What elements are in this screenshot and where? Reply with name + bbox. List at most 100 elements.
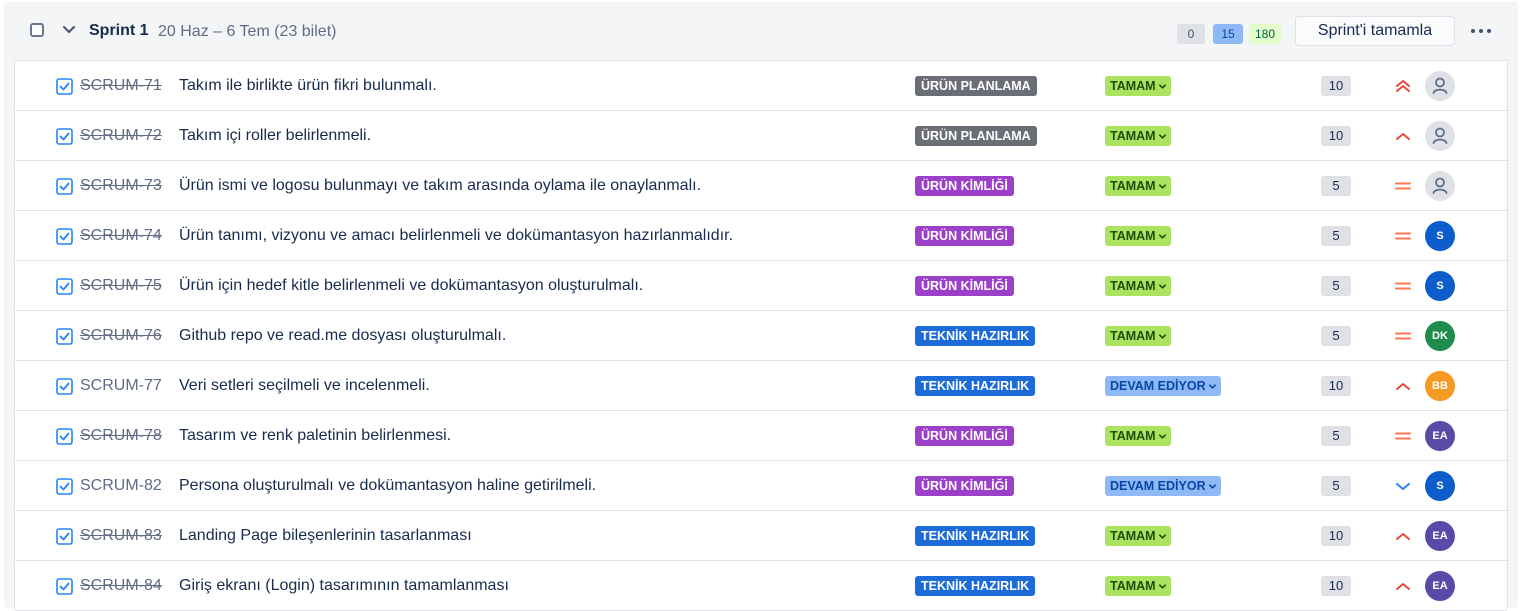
status-dropdown[interactable]: TAMAM [1105, 226, 1171, 246]
issue-key[interactable]: SCRUM-82 [80, 477, 162, 495]
complete-sprint-button[interactable]: Sprint'i tamamla [1295, 16, 1455, 46]
issue-key[interactable]: SCRUM-76 [80, 327, 162, 345]
status-dropdown[interactable]: TAMAM [1105, 126, 1171, 146]
story-points-badge[interactable]: 5 [1321, 226, 1351, 246]
status-dropdown[interactable]: TAMAM [1105, 176, 1171, 196]
checkbox-checked-icon[interactable] [56, 528, 73, 545]
priority-high-icon [1396, 133, 1410, 140]
assignee-avatar[interactable]: S [1425, 271, 1455, 301]
issue-row[interactable]: SCRUM-71 Takım ile birlikte ürün fikri bu… [15, 61, 1507, 111]
priority-high-icon [1396, 533, 1410, 540]
issue-row[interactable]: SCRUM-82 Persona oluşturulmalı ve doküman… [15, 461, 1507, 511]
issue-summary[interactable]: Persona oluşturulmalı ve dokümantasyon h… [179, 477, 596, 495]
epic-lozenge: ÜRÜN PLANLAMA [915, 76, 1037, 96]
story-points-badge[interactable]: 5 [1321, 326, 1351, 346]
issue-summary[interactable]: Github repo ve read.me dosyası oluşturul… [179, 327, 506, 345]
more-actions-icon[interactable] [1466, 19, 1496, 43]
unassigned-avatar[interactable] [1425, 121, 1455, 151]
story-points-badge[interactable]: 5 [1321, 176, 1351, 196]
story-points-badge[interactable]: 5 [1321, 476, 1351, 496]
unassigned-avatar[interactable] [1425, 171, 1455, 201]
checkbox-checked-icon[interactable] [56, 78, 73, 95]
chevron-down-icon [1158, 434, 1166, 439]
status-label: TAMAM [1110, 529, 1156, 543]
issue-key[interactable]: SCRUM-74 [80, 227, 162, 245]
story-points-badge[interactable]: 10 [1321, 376, 1351, 396]
status-dropdown[interactable]: DEVAM EDİYOR [1105, 476, 1221, 496]
issue-summary[interactable]: Ürün tanımı, vizyonu ve amacı belirlenme… [179, 227, 733, 245]
issue-key[interactable]: SCRUM-83 [80, 527, 162, 545]
priority-medium-icon [1395, 432, 1411, 440]
status-label: TAMAM [1110, 579, 1156, 593]
status-dropdown[interactable]: TAMAM [1105, 426, 1171, 446]
checkbox-checked-icon[interactable] [56, 228, 73, 245]
issue-row[interactable]: SCRUM-76 Github repo ve read.me dosyası o… [15, 311, 1507, 361]
issue-row[interactable]: SCRUM-83 Landing Page bileşenlerinin tasa… [15, 511, 1507, 561]
issue-row[interactable]: SCRUM-78 Tasarım ve renk paletinin belirl… [15, 411, 1507, 461]
story-points-badge[interactable]: 10 [1321, 526, 1351, 546]
issue-summary[interactable]: Ürün için hedef kitle belirlenmeli ve do… [179, 277, 643, 295]
issue-row[interactable]: SCRUM-73 Ürün ismi ve logosu bulunmayı ve… [15, 161, 1507, 211]
priority-low-icon [1396, 483, 1410, 490]
priority-medium-icon [1395, 282, 1411, 290]
done-count-badge: 180 [1249, 24, 1281, 44]
assignee-avatar[interactable]: EA [1425, 421, 1455, 451]
sprint-title: Sprint 1 [89, 22, 149, 39]
status-dropdown[interactable]: TAMAM [1105, 526, 1171, 546]
status-dropdown[interactable]: DEVAM EDİYOR [1105, 376, 1221, 396]
story-points-badge[interactable]: 10 [1321, 76, 1351, 96]
story-points-badge[interactable]: 10 [1321, 126, 1351, 146]
assignee-avatar[interactable]: DK [1425, 321, 1455, 351]
status-dropdown[interactable]: TAMAM [1105, 276, 1171, 296]
issue-summary[interactable]: Takım içi roller belirlenmeli. [179, 127, 371, 145]
assignee-avatar[interactable]: EA [1425, 571, 1455, 601]
assignee-avatar[interactable]: S [1425, 221, 1455, 251]
issue-row[interactable]: SCRUM-77 Veri setleri seçilmeli ve incele… [15, 361, 1507, 411]
checkbox-checked-icon[interactable] [56, 128, 73, 145]
checkbox-checked-icon[interactable] [56, 428, 73, 445]
story-points-badge[interactable]: 5 [1321, 276, 1351, 296]
issue-row[interactable]: SCRUM-74 Ürün tanımı, vizyonu ve amacı be… [15, 211, 1507, 261]
status-dropdown[interactable]: TAMAM [1105, 76, 1171, 96]
issue-key[interactable]: SCRUM-72 [80, 127, 162, 145]
assignee-avatar[interactable]: S [1425, 471, 1455, 501]
assignee-avatar[interactable]: BB [1425, 371, 1455, 401]
chevron-down-icon [1158, 134, 1166, 139]
issue-key[interactable]: SCRUM-84 [80, 577, 162, 595]
issue-row[interactable]: SCRUM-72 Takım içi roller belirlenmeli. ÜR… [15, 111, 1507, 161]
select-sprint-checkbox[interactable] [30, 23, 44, 37]
issue-summary[interactable]: Takım ile birlikte ürün fikri bulunmalı. [179, 77, 437, 95]
status-label: TAMAM [1110, 429, 1156, 443]
issue-summary[interactable]: Landing Page bileşenlerinin tasarlanması [179, 527, 472, 545]
epic-lozenge: ÜRÜN KİMLİĞİ [915, 176, 1014, 196]
checkbox-checked-icon[interactable] [56, 178, 73, 195]
status-dropdown[interactable]: TAMAM [1105, 326, 1171, 346]
story-points-badge[interactable]: 10 [1321, 576, 1351, 596]
issue-key[interactable]: SCRUM-75 [80, 277, 162, 295]
issue-row[interactable]: SCRUM-75 Ürün için hedef kitle belirlenme… [15, 261, 1507, 311]
issue-summary[interactable]: Veri setleri seçilmeli ve incelenmeli. [179, 377, 430, 395]
issue-summary[interactable]: Tasarım ve renk paletinin belirlenmesi. [179, 427, 451, 445]
story-points-badge[interactable]: 5 [1321, 426, 1351, 446]
chevron-down-icon [1208, 384, 1216, 389]
checkbox-checked-icon[interactable] [56, 578, 73, 595]
issue-key[interactable]: SCRUM-77 [80, 377, 162, 395]
issue-summary[interactable]: Ürün ismi ve logosu bulunmayı ve takım a… [179, 177, 701, 195]
chevron-down-icon [1158, 584, 1166, 589]
priority-highest-icon [1396, 80, 1410, 92]
status-dropdown[interactable]: TAMAM [1105, 576, 1171, 596]
unassigned-avatar[interactable] [1425, 71, 1455, 101]
checkbox-checked-icon[interactable] [56, 378, 73, 395]
checkbox-checked-icon[interactable] [56, 478, 73, 495]
chevron-down-icon[interactable] [60, 20, 78, 38]
priority-medium-icon [1395, 182, 1411, 190]
checkbox-checked-icon[interactable] [56, 278, 73, 295]
issue-key[interactable]: SCRUM-73 [80, 177, 162, 195]
issue-key[interactable]: SCRUM-78 [80, 427, 162, 445]
checkbox-checked-icon[interactable] [56, 328, 73, 345]
assignee-avatar[interactable]: EA [1425, 521, 1455, 551]
issue-summary[interactable]: Giriş ekranı (Login) tasarımının tamamla… [179, 577, 509, 595]
priority-medium-icon [1395, 232, 1411, 240]
issue-row[interactable]: SCRUM-84 Giriş ekranı (Login) tasarımının… [15, 561, 1507, 611]
issue-key[interactable]: SCRUM-71 [80, 77, 162, 95]
